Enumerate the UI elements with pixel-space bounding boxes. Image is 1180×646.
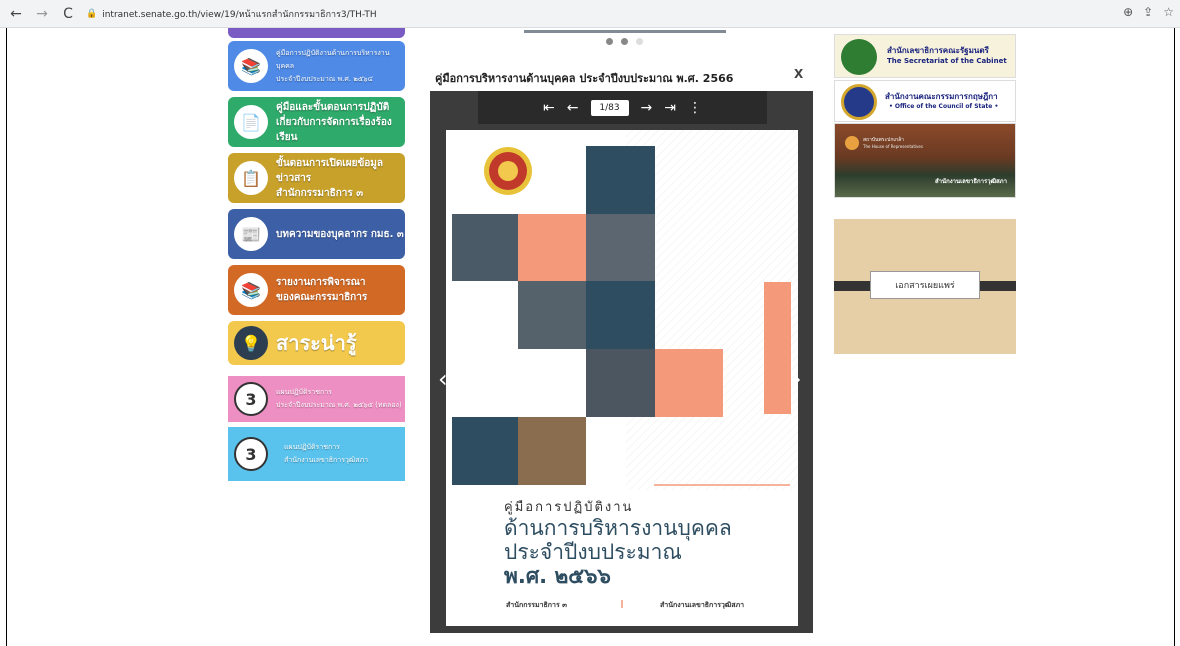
carousel-dot[interactable] [636, 38, 643, 45]
share-icon[interactable]: ⇪ [1143, 5, 1153, 19]
bookmark-star-icon[interactable]: ☆ [1163, 5, 1174, 19]
banner-title: สถาบันพระปกเกล้า [863, 137, 904, 143]
menu-item-label: คู่มือการปฏิบัติงานด้านการบริหารงานบุคคล [276, 48, 390, 70]
menu-item-label: คู่มือและขั้นตอนการปฏิบัติ [276, 101, 390, 113]
previous-page-icon[interactable]: ← [567, 100, 579, 116]
publication-label: เอกสารเผยแพร่ [870, 271, 980, 299]
banner-subtitle: • Office of the Council of State • [889, 103, 999, 110]
cover-footer-right: สำนักงานเลขาธิการวุฒิสภา [660, 601, 745, 609]
lock-icon: 🔒 [86, 9, 98, 19]
cover-footer-left: สำนักกรรมาธิการ ๓ [506, 601, 567, 609]
more-options-icon[interactable]: ⋮ [688, 100, 702, 116]
menu-item-action-plan-2565[interactable]: 3 แผนปฏิบัติราชการประจำปีงบประมาณ พ.ศ. ๒… [228, 376, 405, 422]
parliament-logo-icon [845, 136, 859, 150]
close-button[interactable]: X [794, 67, 803, 81]
viewer-title: คู่มือการบริหารงานด้านบุคคล ประจำปีงบประ… [435, 72, 734, 85]
cover-title-line: พ.ศ. ๒๕๖๖ [504, 564, 611, 588]
banner-council-of-state[interactable]: สำนักงานคณะกรรมการกฤษฎีกา • Office of th… [834, 80, 1016, 122]
menu-card-partial[interactable] [228, 28, 405, 38]
cover-title: ด้านการบริหารงานบุคคล ประจำปีงบประมาณ พ.… [504, 516, 732, 588]
zoom-icon[interactable]: ⊕ [1123, 5, 1133, 19]
banner-subtitle: The Secretariat of the Cabinet [887, 57, 1007, 65]
clipboard-icon: 📋 [234, 161, 268, 195]
carousel-dots [606, 38, 643, 45]
menu-item-staff-articles[interactable]: 📰 บทความของบุคลากร กมธ. ๓ [228, 209, 405, 259]
menu-item-label: สาระน่ารู้ [276, 331, 357, 355]
page-number-input[interactable]: 1/83 [590, 99, 629, 116]
browser-toolbar: ← → C 🔒 intranet.senate.go.th/view/19/หน… [0, 0, 1180, 28]
menu-item-label: ขั้นตอนการเปิดเผยข้อมูลข่าวสาร [276, 157, 384, 184]
menu-item-label: แผนปฏิบัติราชการ [276, 388, 332, 396]
menu-item-information-disclosure[interactable]: 📋 ขั้นตอนการเปิดเผยข้อมูลข่าวสารสำนักกรร… [228, 153, 405, 203]
menu-item-label: บทความของบุคลากร กมธ. ๓ [276, 228, 404, 240]
banner-parliament[interactable]: สถาบันพระปกเกล้า The House of Representa… [834, 123, 1016, 198]
next-slide-icon[interactable]: › [792, 365, 802, 393]
banner-title: สำนักเลขาธิการคณะรัฐมนตรี [887, 46, 989, 55]
banner-title: สำนักงานคณะกรรมการกฤษฎีกา [885, 92, 998, 101]
menu-item-sublabel: ประจำปีงบประมาณ พ.ศ. ๒๕๖๕ (ทดลอง) [276, 401, 402, 409]
cover-title-line: ประจำปีงบประมาณ [504, 540, 682, 564]
prev-slide-icon[interactable]: ‹ [438, 365, 448, 393]
pdf-toolbar: ⇤ ← 1/83 → ⇥ ⋮ [478, 91, 767, 124]
frame-border-right [1174, 28, 1175, 646]
banner-cabinet-secretariat[interactable]: สำนักเลขาธิการคณะรัฐมนตรี The Secretaria… [834, 34, 1016, 78]
menu-item-label: แผนปฏิบัติราชการ [284, 443, 340, 451]
menu-item-committee-reports[interactable]: 📚 รายงานการพิจารณาของคณะกรรมาธิการ [228, 265, 405, 315]
carousel-dot[interactable] [621, 38, 628, 45]
article-icon: 📰 [234, 217, 268, 251]
menu-item-sublabel: ประจำปีงบประมาณ พ.ศ. ๒๕๖๔ [276, 74, 373, 83]
menu-item-sublabel: เกี่ยวกับการจัดการเรื่องร้องเรียน [276, 116, 392, 143]
number-3-icon: 3 [234, 437, 268, 471]
banner-caption: สำนักงานเลขาธิการวุฒิสภา [934, 178, 1007, 185]
lightbulb-icon: 💡 [234, 326, 268, 360]
first-page-icon[interactable]: ⇤ [543, 100, 555, 116]
cabinet-emblem-icon [841, 39, 877, 75]
back-arrow-icon[interactable]: ← [6, 4, 26, 24]
last-page-icon[interactable]: ⇥ [664, 100, 676, 116]
banner-subtitle: The House of Representatives [863, 144, 923, 149]
next-page-icon[interactable]: → [641, 100, 653, 116]
forward-arrow-icon[interactable]: → [32, 4, 52, 24]
menu-item-knowledge[interactable]: 💡 สาระน่ารู้ [228, 321, 405, 365]
menu-item-sublabel: สำนักงานเลขาธิการวุฒิสภา [284, 456, 369, 464]
report-books-icon: 📚 [234, 273, 268, 307]
books-icon: 📚 [234, 49, 268, 83]
document-cover-page: คู่มือการปฏิบัติงาน ด้านการบริหารงานบุคค… [446, 130, 798, 626]
menu-item-label: รายงานการพิจารณา [276, 277, 366, 288]
address-bar[interactable]: 🔒 intranet.senate.go.th/view/19/หน้าแรกส… [86, 5, 1126, 23]
council-emblem-icon [841, 84, 877, 120]
menu-item-personnel-manual-2564[interactable]: 📚 คู่มือการปฏิบัติงานด้านการบริหารงานบุค… [228, 41, 405, 91]
cover-subtitle: คู่มือการปฏิบัติงาน [504, 500, 634, 515]
carousel-dot[interactable] [606, 38, 613, 45]
document-icon: 📄 [234, 105, 268, 139]
banner-publications[interactable]: เอกสารเผยแพร่ [834, 219, 1016, 354]
number-3-icon: 3 [234, 382, 268, 416]
frame-border-left [6, 28, 7, 646]
reload-icon[interactable]: C [58, 4, 78, 24]
menu-item-sublabel: ของคณะกรรมาธิการ [276, 292, 368, 303]
menu-item-sublabel: สำนักกรรมาธิการ ๓ [276, 187, 364, 199]
menu-item-action-plan-senate[interactable]: 3 แผนปฏิบัติราชการสำนักงานเลขาธิการวุฒิส… [228, 427, 405, 481]
carousel-bar [524, 30, 726, 33]
cover-title-line: ด้านการบริหารงานบุคคล [504, 516, 732, 540]
menu-item-complaint-manual[interactable]: 📄 คู่มือและขั้นตอนการปฏิบัติเกี่ยวกับการ… [228, 97, 405, 147]
url-text: intranet.senate.go.th/view/19/หน้าแรกสำน… [102, 10, 377, 20]
